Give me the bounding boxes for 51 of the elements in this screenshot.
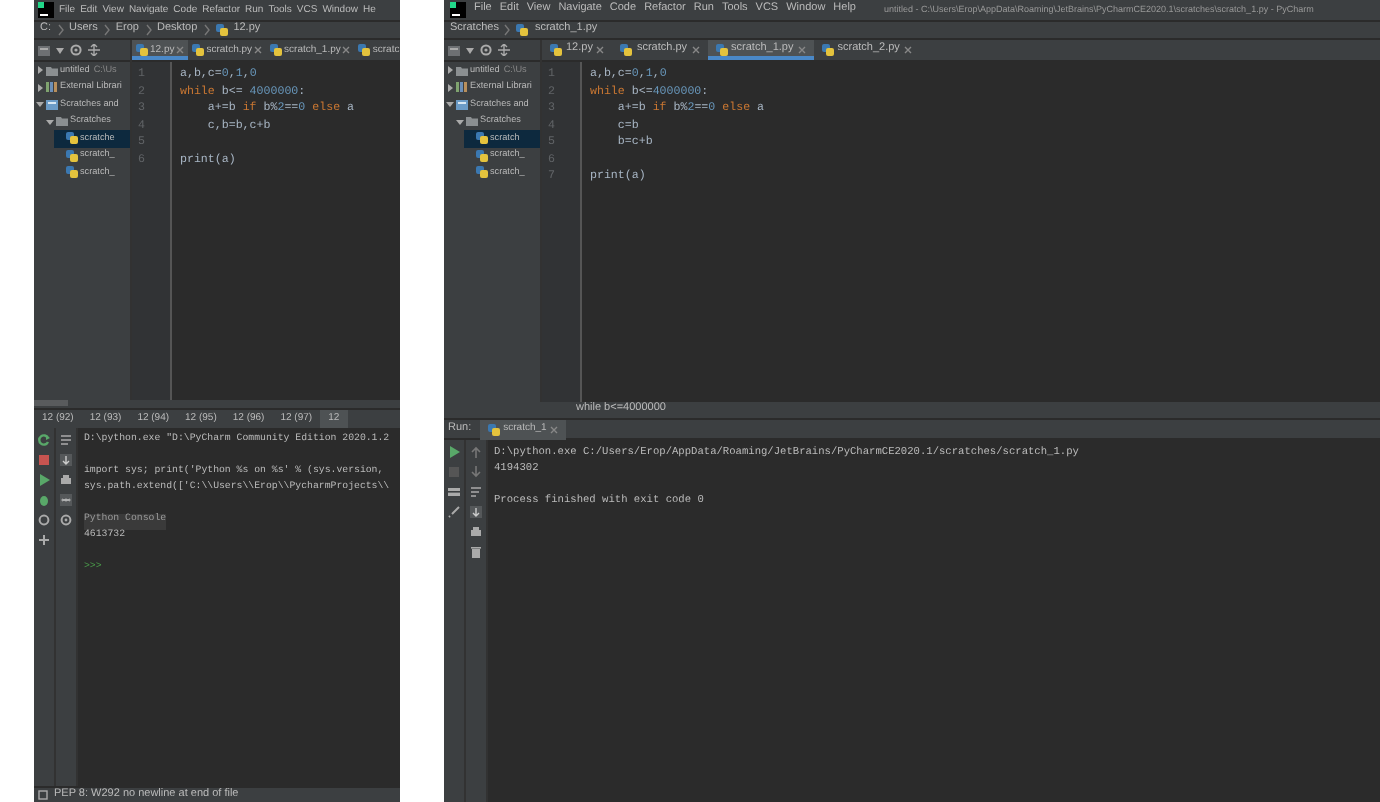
scroll-end-icon[interactable]: [470, 506, 482, 518]
python-file-icon: [550, 44, 562, 56]
library-icon: [46, 82, 58, 93]
folder-icon: [46, 65, 58, 76]
split-icon[interactable]: [88, 44, 100, 56]
stop-icon[interactable]: [38, 453, 50, 465]
up-arrow-icon[interactable]: [470, 446, 482, 458]
split-icon[interactable]: [498, 44, 510, 56]
pin-icon[interactable]: [448, 506, 460, 518]
python-file-icon: [270, 44, 283, 56]
caret-icon[interactable]: [56, 47, 64, 53]
project-view-icon[interactable]: [38, 45, 50, 55]
plus-icon[interactable]: [38, 533, 50, 545]
app-logo-icon: [450, 2, 466, 18]
library-icon: [456, 82, 468, 93]
list-icon[interactable]: [60, 433, 72, 445]
panel-toggle-icon[interactable]: [38, 790, 48, 800]
chevron-icon: [203, 24, 210, 36]
trash-icon[interactable]: [470, 546, 482, 558]
python-file-icon: [516, 24, 529, 36]
scroll-end-icon[interactable]: [60, 453, 72, 465]
python-file-icon: [620, 44, 633, 56]
chevron-icon: [504, 24, 511, 36]
scratch-folder-icon: [46, 99, 58, 110]
scratch-folder-icon: [456, 99, 468, 110]
python-file-icon: [821, 44, 834, 56]
rerun-icon[interactable]: [38, 433, 50, 445]
run-icon[interactable]: [38, 473, 50, 485]
layout-icon[interactable]: [448, 486, 460, 498]
down-arrow-icon[interactable]: [470, 466, 482, 478]
caret-icon[interactable]: [466, 47, 474, 53]
print-icon[interactable]: [60, 473, 72, 485]
run-icon[interactable]: [448, 446, 460, 458]
print-icon[interactable]: [470, 526, 482, 538]
wrap-icon[interactable]: [470, 486, 482, 498]
app-logo-icon: [38, 2, 54, 18]
folder-icon: [456, 65, 468, 76]
chevron-icon: [145, 24, 151, 36]
project-view-icon[interactable]: [448, 45, 460, 55]
python-file-icon: [715, 44, 728, 56]
close-icon[interactable]: [342, 46, 351, 54]
bug-icon[interactable]: [38, 493, 50, 505]
python-file-icon: [487, 423, 500, 435]
python-file-icon: [358, 44, 371, 56]
chevron-icon: [57, 24, 63, 36]
close-icon[interactable]: [691, 46, 700, 54]
close-icon[interactable]: [903, 46, 912, 54]
close-icon[interactable]: [254, 46, 263, 54]
chevron-icon: [103, 24, 110, 36]
close-icon[interactable]: [596, 46, 605, 54]
python-file-icon: [136, 44, 148, 56]
